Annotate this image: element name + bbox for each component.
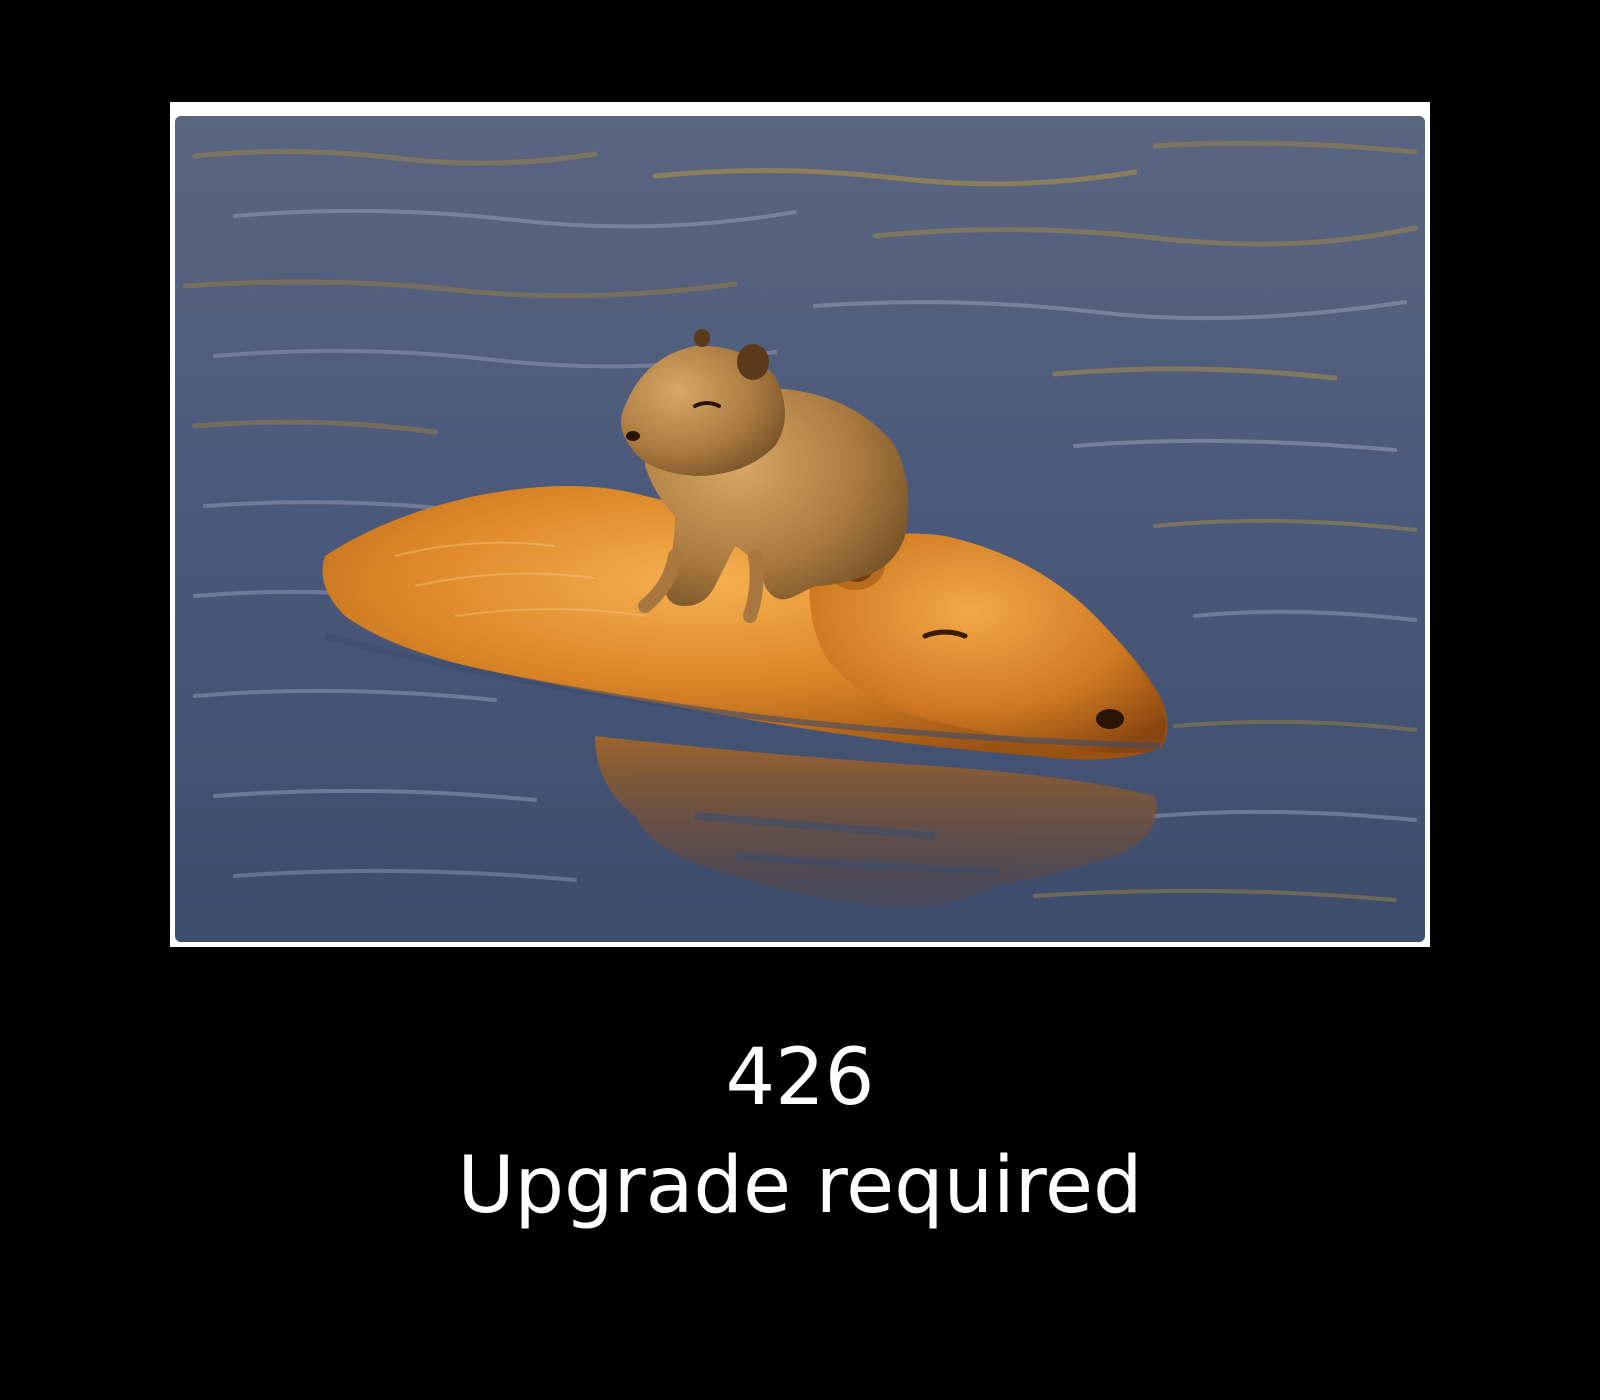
error-code: 426 (725, 1033, 875, 1123)
adult-nose (1096, 709, 1124, 729)
baby-nose (626, 431, 640, 441)
photo-frame (170, 102, 1430, 947)
capybara-photo (175, 116, 1425, 942)
error-message: Upgrade required (457, 1141, 1143, 1231)
baby-ear (737, 344, 769, 380)
